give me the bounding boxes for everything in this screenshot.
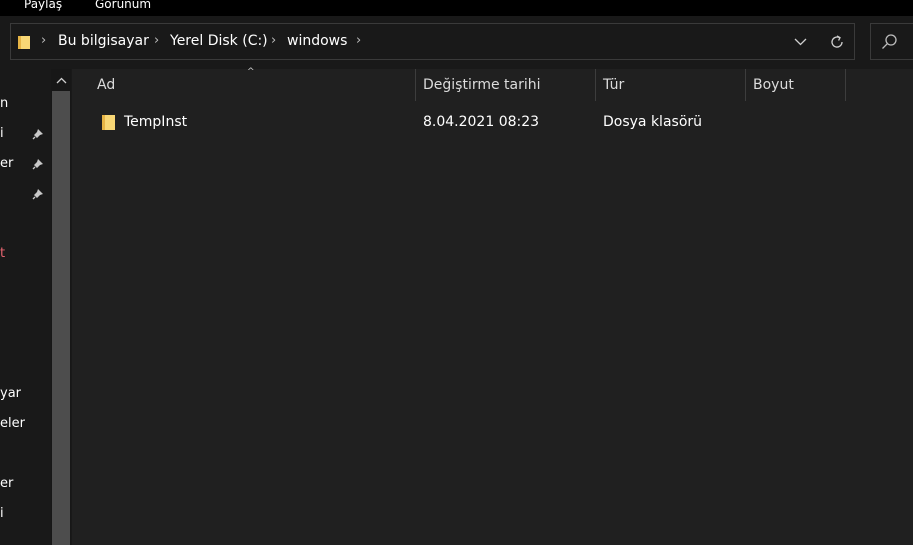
column-divider[interactable]: [595, 69, 596, 101]
folder-icon: [102, 115, 115, 130]
refresh-button[interactable]: [823, 24, 851, 59]
breadcrumb-separator[interactable]: ›: [41, 33, 46, 48]
nav-item[interactable]: eler: [0, 416, 25, 431]
search-icon: [882, 34, 897, 49]
search-box[interactable]: [870, 23, 913, 60]
nav-item[interactable]: t: [0, 246, 5, 261]
column-divider[interactable]: [415, 69, 416, 101]
scroll-up-button[interactable]: [51, 69, 71, 91]
file-type: Dosya klasörü: [603, 114, 703, 130]
folder-icon: [18, 36, 30, 49]
column-header-name[interactable]: Ad: [97, 69, 416, 101]
column-header-modified[interactable]: Değiştirme tarihi: [423, 69, 596, 101]
column-header-size[interactable]: Boyut: [753, 69, 846, 101]
pin-icon: [32, 159, 43, 170]
nav-scrollbar[interactable]: [51, 69, 71, 545]
toolbar: › Bu bilgisayar › Yerel Disk (C:) › wind…: [0, 16, 913, 69]
tab-share[interactable]: Paylaş: [24, 0, 62, 11]
nav-item[interactable]: er: [0, 476, 13, 491]
breadcrumb-this-pc[interactable]: Bu bilgisayar: [58, 33, 149, 49]
pin-icon: [32, 129, 43, 140]
column-label: Ad: [97, 77, 116, 93]
file-row[interactable]: TempInst 8.04.2021 08:23 Dosya klasörü: [72, 110, 913, 136]
address-bar[interactable]: › Bu bilgisayar › Yerel Disk (C:) › wind…: [10, 23, 855, 60]
chevron-down-icon: [794, 38, 806, 45]
chevron-up-icon: [56, 77, 66, 83]
breadcrumb-local-disk[interactable]: Yerel Disk (C:): [170, 33, 268, 49]
column-header-type[interactable]: Tür: [603, 69, 746, 101]
nav-item[interactable]: n: [0, 96, 8, 111]
column-label: Tür: [603, 77, 625, 93]
nav-item[interactable]: i: [0, 506, 4, 521]
column-label: Değiştirme tarihi: [423, 77, 541, 93]
column-label: Boyut: [753, 77, 794, 93]
breadcrumb-separator[interactable]: ›: [271, 33, 276, 48]
ribbon-bar: Paylaş Görünüm: [0, 0, 913, 16]
history-dropdown-button[interactable]: [786, 24, 814, 59]
pin-icon: [32, 189, 43, 200]
nav-item[interactable]: yar: [0, 386, 21, 401]
column-divider[interactable]: [745, 69, 746, 101]
file-list: ^ Ad Değiştirme tarihi Tür Boyut TempIns…: [72, 67, 913, 545]
scroll-thumb[interactable]: [52, 91, 70, 545]
file-modified: 8.04.2021 08:23: [423, 114, 540, 130]
nav-item[interactable]: er: [0, 156, 13, 171]
tab-view[interactable]: Görünüm: [95, 0, 151, 11]
breadcrumb-separator[interactable]: ›: [154, 33, 159, 48]
nav-item[interactable]: i: [0, 126, 4, 141]
refresh-icon: [831, 34, 843, 48]
breadcrumb-separator[interactable]: ›: [356, 33, 361, 48]
file-name[interactable]: TempInst: [124, 114, 187, 130]
breadcrumb-windows[interactable]: windows: [287, 33, 347, 49]
